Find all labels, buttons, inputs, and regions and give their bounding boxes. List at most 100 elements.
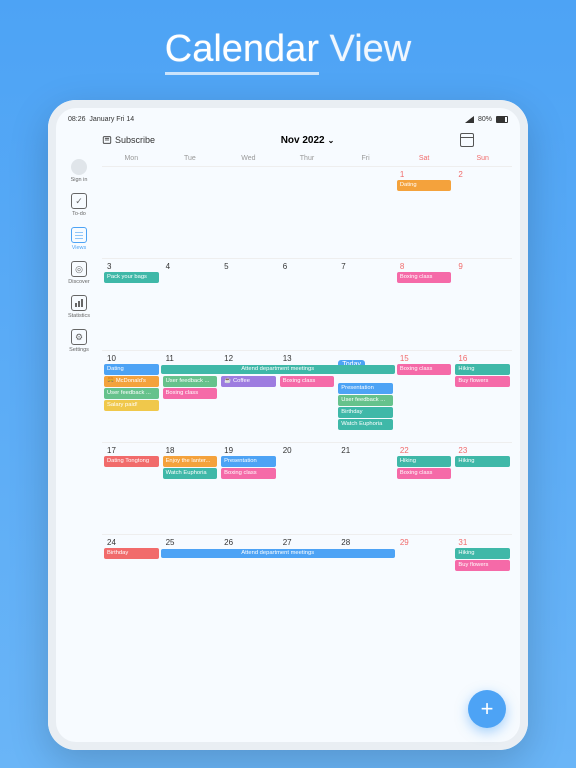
dow-row: MonTueWedThurFriSatSun [102, 155, 512, 162]
event-chip[interactable]: Dating Tongtong [104, 456, 159, 467]
sidebar-item-label: Settings [69, 347, 89, 353]
day-number: 20 [280, 445, 335, 456]
sidebar-item-statistics[interactable]: Statistics [68, 295, 90, 319]
day-number [163, 169, 218, 171]
todo-icon: ✓ [71, 193, 87, 209]
sidebar-item-settings[interactable]: ⚙ Settings [69, 329, 89, 353]
day-cell[interactable]: 7 [336, 259, 395, 350]
day-cell[interactable]: 19PresentationBoxing class [219, 443, 278, 534]
event-chip[interactable]: Presentation [338, 383, 393, 394]
day-number: 22 [397, 445, 452, 456]
sidebar-item-todo[interactable]: ✓ To-do [71, 193, 87, 217]
add-button[interactable]: + [468, 690, 506, 728]
event-chip[interactable]: Pack your bags [104, 272, 159, 283]
event-chip[interactable]: Buy flowers [455, 376, 510, 387]
event-chip[interactable]: Enjoy the lanter... [163, 456, 218, 467]
event-chip[interactable]: User feedback ... [338, 395, 393, 406]
event-chip[interactable]: Boxing class [280, 376, 335, 387]
week-row: 1Dating2 [102, 166, 512, 258]
event-chip[interactable]: Birthday [338, 407, 393, 418]
day-cell[interactable] [102, 167, 161, 258]
event-chip[interactable]: ☕ Coffee [221, 376, 276, 387]
day-cell[interactable]: 18Enjoy the lanter...Watch Euphoria [161, 443, 220, 534]
event-chip[interactable]: Boxing class [221, 468, 276, 479]
week-row: 10Dating🍔 McDonald'sUser feedback ...Sal… [102, 350, 512, 442]
day-number: 4 [163, 261, 218, 272]
day-cell[interactable]: 21 [336, 443, 395, 534]
day-cell[interactable]: 6 [278, 259, 337, 350]
day-cell[interactable]: 2 [453, 167, 512, 258]
event-chip[interactable]: User feedback ... [163, 376, 218, 387]
day-cell[interactable]: 10Dating🍔 McDonald'sUser feedback ...Sal… [102, 351, 161, 442]
event-span[interactable]: Attend department meetings [161, 549, 395, 558]
day-cell[interactable]: 5 [219, 259, 278, 350]
discover-icon: ◎ [71, 261, 87, 277]
sidebar-item-views[interactable]: Views [71, 227, 87, 251]
day-cell[interactable]: 20 [278, 443, 337, 534]
calendar-grid-button[interactable] [460, 133, 474, 147]
sidebar-item-discover[interactable]: ◎ Discover [68, 261, 89, 285]
event-chip[interactable]: Birthday [104, 548, 159, 559]
event-span[interactable]: Attend department meetings [161, 365, 395, 374]
month-picker[interactable]: Nov 2022 ⌄ [281, 135, 335, 146]
status-time-date: 08:26 January Fri 14 [68, 116, 134, 123]
day-cell[interactable] [278, 167, 337, 258]
wifi-icon [465, 116, 474, 123]
day-cell[interactable]: 4 [161, 259, 220, 350]
sidebar-item-signin[interactable]: Sign in [71, 159, 88, 183]
day-cell[interactable]: 1Dating [395, 167, 454, 258]
event-chip[interactable]: Dating [104, 364, 159, 375]
event-chip[interactable]: Watch Euphoria [338, 419, 393, 430]
event-chip[interactable]: Watch Euphoria [163, 468, 218, 479]
event-chip[interactable]: Hiking [455, 548, 510, 559]
sidebar-item-label: Sign in [71, 177, 88, 183]
event-chip[interactable]: Hiking [455, 364, 510, 375]
subscribe-label: Subscribe [115, 135, 155, 145]
event-chip[interactable]: Hiking [397, 456, 452, 467]
plus-icon: + [481, 696, 494, 722]
day-cell[interactable]: 8Boxing class [395, 259, 454, 350]
day-cell[interactable]: 29 [395, 535, 454, 626]
day-cell[interactable]: 9 [453, 259, 512, 350]
day-number: 27 [280, 537, 335, 548]
day-number: 18 [163, 445, 218, 456]
day-cell[interactable]: 15Boxing class [395, 351, 454, 442]
event-chip[interactable]: Boxing class [397, 468, 452, 479]
day-cell[interactable]: 16HikingBuy flowers [453, 351, 512, 442]
sidebar-item-label: Views [72, 245, 87, 251]
sidebar-item-label: Statistics [68, 313, 90, 319]
event-chip[interactable]: Salary paid! [104, 400, 159, 411]
bar-chart-icon [74, 298, 84, 308]
day-number: 31 [455, 537, 510, 548]
sidebar: Sign in ✓ To-do Views ◎ Discover Statist… [60, 155, 98, 741]
week-row: 3Pack your bags45678Boxing class9 [102, 258, 512, 350]
event-chip[interactable]: Boxing class [397, 364, 452, 375]
day-cell[interactable] [219, 167, 278, 258]
chevron-down-icon: ⌄ [328, 136, 335, 145]
event-chip[interactable]: User feedback ... [104, 388, 159, 399]
newspaper-icon [102, 135, 112, 145]
event-chip[interactable]: Boxing class [163, 388, 218, 399]
subscribe-button[interactable]: Subscribe [102, 135, 155, 145]
event-chip[interactable]: Hiking [455, 456, 510, 467]
day-cell[interactable]: 31HikingBuy flowers [453, 535, 512, 626]
day-cell[interactable]: 17Dating Tongtong [102, 443, 161, 534]
day-cell[interactable]: 3Pack your bags [102, 259, 161, 350]
day-number: 16 [455, 353, 510, 364]
day-cell[interactable] [161, 167, 220, 258]
day-cell[interactable] [336, 167, 395, 258]
event-chip[interactable]: Dating [397, 180, 452, 191]
day-number: 10 [104, 353, 159, 364]
event-chip[interactable]: Buy flowers [455, 560, 510, 571]
day-number: 8 [397, 261, 452, 272]
event-chip[interactable]: 🍔 McDonald's [104, 376, 159, 387]
day-cell[interactable]: 24Birthday [102, 535, 161, 626]
day-number: 7 [338, 261, 393, 272]
day-number: 19 [221, 445, 276, 456]
event-chip[interactable]: Boxing class [397, 272, 452, 283]
event-chip[interactable]: Presentation [221, 456, 276, 467]
day-cell[interactable]: 23Hiking [453, 443, 512, 534]
battery-icon [496, 116, 508, 123]
day-cell[interactable]: 22HikingBoxing class [395, 443, 454, 534]
day-number [338, 169, 393, 171]
